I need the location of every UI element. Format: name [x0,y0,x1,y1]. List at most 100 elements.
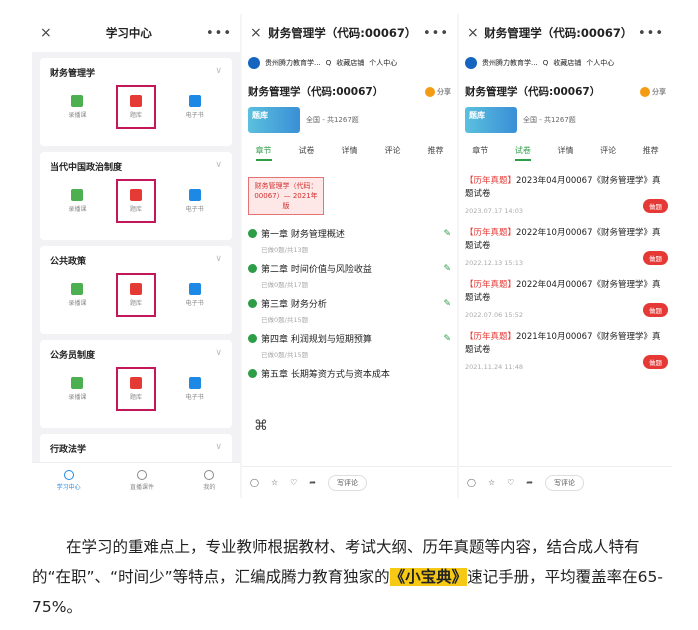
recorded-course-button[interactable]: 录播课 [57,179,97,223]
question-bank-icon [129,377,142,389]
check-icon [248,229,257,238]
tab-chapters[interactable]: 章节 [472,145,488,161]
question-bank-button[interactable]: 题库 [115,367,156,411]
exam-item[interactable]: 【历年真题】2022年04月00067《财务管理学》真题试卷 2022.07.06… [459,271,672,323]
chapter-panel: × 财务管理学（代码:00067） ••• 贵州腾力教育学... Q 收藏店铺 … [242,14,457,498]
person-icon [136,470,147,480]
chapter-item[interactable]: 第四章 利润规划与短期预算 已做0题/共15题 ✎ [242,326,457,361]
edit-icon[interactable]: ✎ [443,299,451,309]
product-title: 财务管理学（代码:00067） [465,86,601,98]
grid-menu-icon[interactable]: ⌘ [254,418,268,434]
do-questions-button[interactable]: 做题 [643,303,668,317]
like-icon[interactable]: ♡ [507,478,514,487]
more-icon[interactable]: ••• [423,26,449,41]
do-questions-button[interactable]: 做题 [643,199,668,213]
question-bank-thumbnail: 题库 [248,107,300,133]
recorded-course-button[interactable]: 录播课 [57,85,97,129]
exam-item[interactable]: 【历年真题】2022年10月00067《财务管理学》真题试卷 2022.12.13… [459,219,672,271]
question-bank-button[interactable]: 题库 [115,273,156,317]
chevron-down-icon[interactable]: ∨ [215,348,222,361]
close-icon[interactable]: × [250,25,262,41]
edit-icon[interactable]: ✎ [443,229,451,239]
like-icon[interactable]: ♡ [290,478,297,487]
star-icon[interactable]: ☆ [488,478,495,487]
share-button[interactable]: 分享 [425,84,451,99]
share-button[interactable]: 分享 [640,84,666,99]
search-icon[interactable]: Q [543,59,549,67]
video-icon [71,377,84,389]
nav-learning-center[interactable]: 学习中心 [57,470,81,491]
do-questions-button[interactable]: 做题 [643,355,668,369]
nav-mine[interactable]: 我的 [203,470,215,491]
write-comment-button[interactable]: 写评论 [328,474,367,491]
book-icon [188,95,201,107]
recorded-course-button[interactable]: 录播课 [57,273,97,317]
check-icon [248,369,257,378]
check-icon [248,334,257,343]
ebook-button[interactable]: 电子书 [175,179,215,223]
personal-center-link[interactable]: 个人中心 [369,58,397,68]
recorded-course-button[interactable]: 录播课 [57,367,97,411]
chevron-down-icon[interactable]: ∨ [215,442,222,455]
close-icon[interactable]: × [467,25,479,41]
tab-details[interactable]: 详情 [342,145,358,161]
tab-details[interactable]: 详情 [557,145,573,161]
tab-recommend[interactable]: 推荐 [428,145,444,161]
tab-papers[interactable]: 试卷 [299,145,315,161]
store-name[interactable]: 贵州腾力教育学... [265,58,321,68]
chevron-down-icon[interactable]: ∨ [215,160,222,173]
course-card: 公共政策 ∨ 录播课 题库 电子书 [40,246,232,334]
question-bank-icon [129,95,142,107]
close-icon[interactable]: × [40,25,52,41]
bottom-nav: 学习中心 直播课件 我的 [32,462,240,498]
chapter-item[interactable]: 第一章 财务管理概述 已做0题/共13题 ✎ [242,221,457,256]
exam-item[interactable]: 【历年真题】2021年10月00067《财务管理学》真题试卷 2021.11.24… [459,323,672,375]
comment-icon[interactable]: ◯ [467,478,476,487]
favorite-store-link[interactable]: 收藏店铺 [553,58,581,68]
more-icon[interactable]: ••• [638,26,664,41]
question-bank-button[interactable]: 题库 [115,179,156,223]
exam-item[interactable]: 【历年真题】2023年04月00067《财务管理学》真题试卷 2023.07.17… [459,167,672,219]
edit-icon[interactable]: ✎ [443,334,451,344]
search-icon[interactable]: Q [326,59,332,67]
tab-bar: 章节 试卷 详情 评论 推荐 [459,135,672,167]
chapter-item[interactable]: 第三章 财务分析 已做0题/共15题 ✎ [242,291,457,326]
question-bank-button[interactable]: 题库 [115,85,156,129]
store-bar: 贵州腾力教育学... Q 收藏店铺 个人中心 [242,52,457,74]
chapter-item[interactable]: 第二章 时间价值与风险收益 已做0题/共17题 ✎ [242,256,457,291]
forward-icon[interactable]: ➦ [309,478,316,487]
favorite-store-link[interactable]: 收藏店铺 [336,58,364,68]
personal-center-link[interactable]: 个人中心 [586,58,614,68]
description-paragraph: 在学习的重难点上，专业教师根据教材、考试大纲、历年真题等内容，结合成人特有的“在… [32,538,663,616]
ebook-button[interactable]: 电子书 [175,273,215,317]
star-icon[interactable]: ☆ [271,478,278,487]
exam-tag: 【历年真题】 [465,332,517,342]
chevron-down-icon[interactable]: ∨ [215,254,222,267]
tab-recommend[interactable]: 推荐 [643,145,659,161]
chevron-down-icon[interactable]: ∨ [215,66,222,79]
nav-live-courses[interactable]: 直播课件 [130,470,154,491]
tab-comments[interactable]: 评论 [385,145,401,161]
book-icon [188,377,201,389]
tab-papers[interactable]: 试卷 [514,145,531,161]
course-name: 行政法学 [50,445,87,455]
tab-comments[interactable]: 评论 [600,145,616,161]
exam-date: 2021.11.24 11:48 [465,363,524,371]
edit-icon[interactable]: ✎ [443,264,451,274]
comment-icon[interactable]: ◯ [250,478,259,487]
tab-chapters[interactable]: 章节 [255,145,272,161]
course-card: 公务员制度 ∨ 录播课 题库 电子书 [40,340,232,428]
do-questions-button[interactable]: 做题 [643,251,668,265]
forward-icon[interactable]: ➦ [526,478,533,487]
ebook-button[interactable]: 电子书 [175,85,215,129]
page-title: 财务管理学（代码:00067） [268,26,417,40]
write-comment-button[interactable]: 写评论 [545,474,584,491]
edition-badge[interactable]: 财务管理学（代码：00067）— 2021年版 [248,177,324,215]
more-icon[interactable]: ••• [206,26,232,41]
store-name[interactable]: 贵州腾力教育学... [482,58,538,68]
question-bank-desc: 全国 - 共1267题 [306,116,359,124]
chapter-item[interactable]: 第五章 长期筹资方式与资本成本 [242,361,457,382]
exam-tag: 【历年真题】 [465,228,517,238]
highlighted-handbook-name: 《小宝典》 [389,568,468,586]
ebook-button[interactable]: 电子书 [175,367,215,411]
